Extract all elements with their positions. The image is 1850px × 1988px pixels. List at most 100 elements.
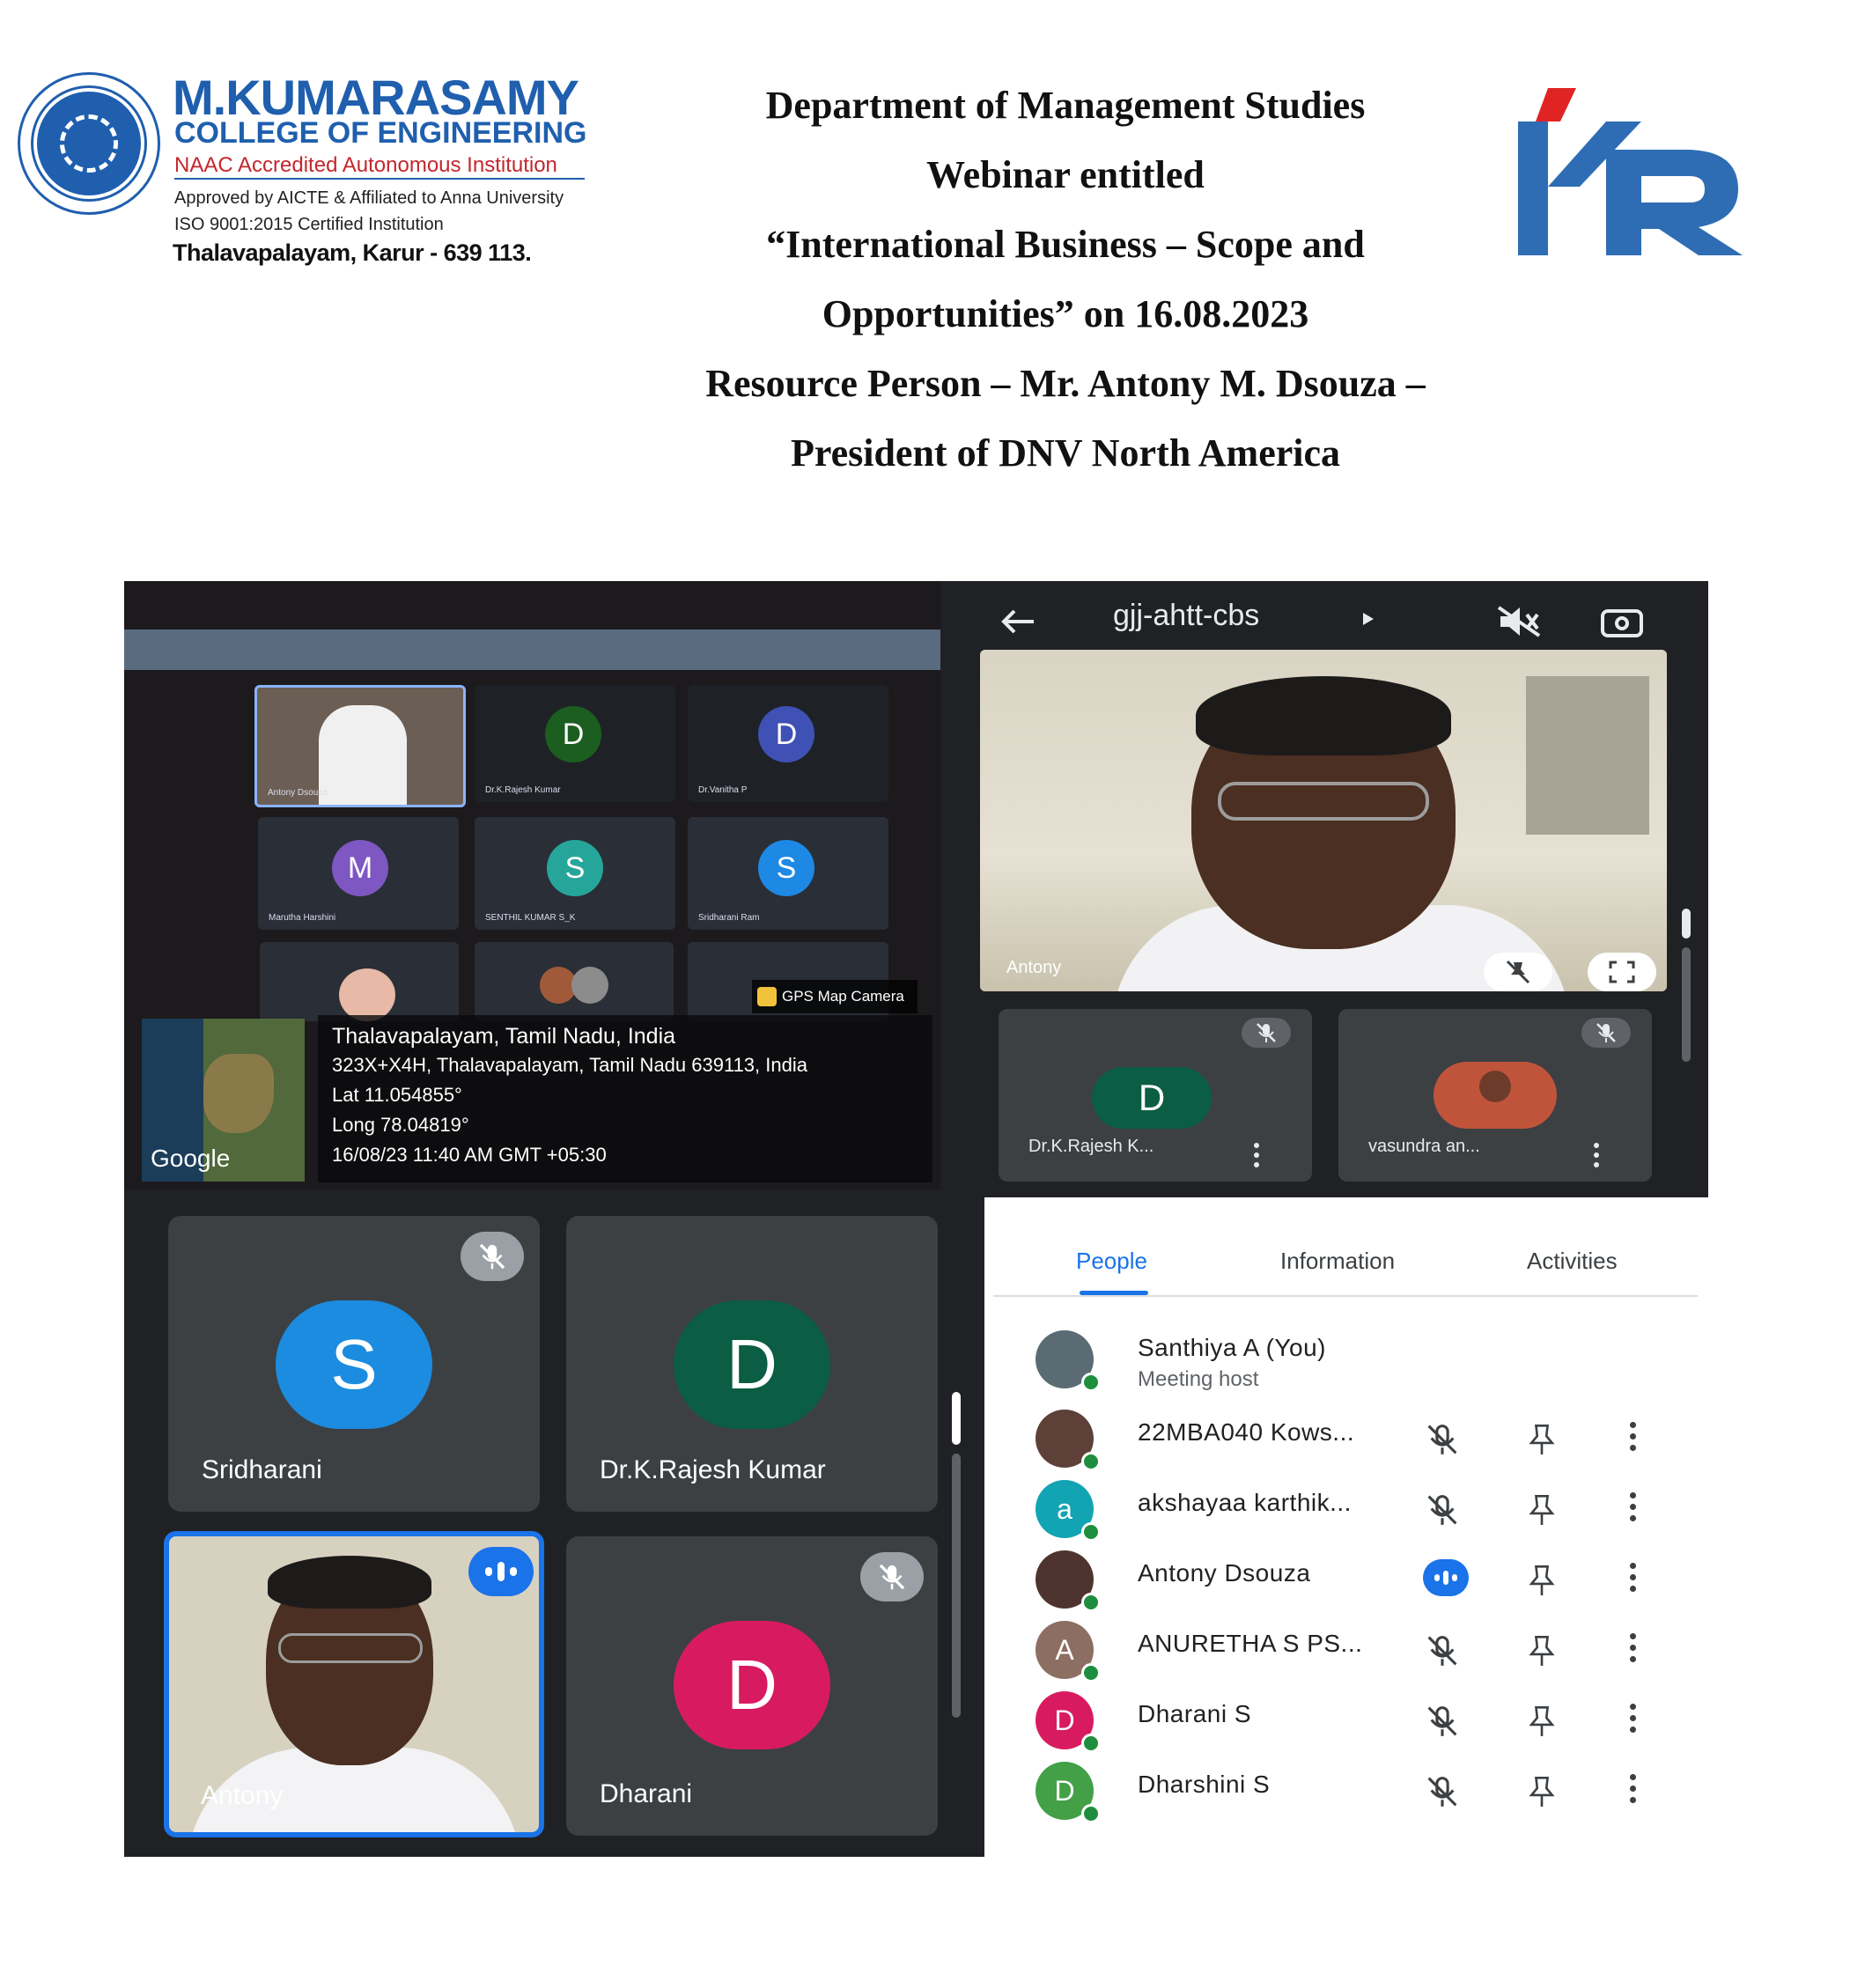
phone-tile-rajesh[interactable]: D Dr.K.Rajesh K...: [999, 1009, 1312, 1182]
mic-off-icon[interactable]: [1425, 1422, 1460, 1457]
pin-icon[interactable]: [1527, 1422, 1557, 1457]
participant-row[interactable]: D Dharshini S: [984, 1758, 1708, 1823]
participant-row-host[interactable]: Santhiya A (You) Meeting host: [984, 1327, 1708, 1401]
speaker-off-icon[interactable]: [1497, 604, 1543, 639]
online-indicator: [1081, 1593, 1101, 1612]
scrollbar-track: [1682, 947, 1691, 1062]
pin-icon[interactable]: [1527, 1563, 1557, 1598]
mic-off-badge: [1242, 1018, 1291, 1048]
grid-tile-name: Dharani: [600, 1779, 693, 1808]
more-options-icon[interactable]: [1594, 1143, 1599, 1172]
scrollbar-thumb[interactable]: [1682, 909, 1691, 939]
phone-tile-vasundra[interactable]: vasundra an...: [1338, 1009, 1652, 1182]
photo-tile-label: Marutha Harshini: [269, 913, 336, 923]
photo-tile-label: Dr.Vanitha P: [698, 785, 748, 795]
more-options-icon[interactable]: [1630, 1774, 1637, 1808]
mic-off-icon: [879, 1564, 905, 1590]
participant-row[interactable]: A ANURETHA S PS...: [984, 1617, 1708, 1682]
online-indicator: [1081, 1452, 1101, 1471]
college-divider: [174, 178, 585, 180]
more-options-icon[interactable]: [1630, 1633, 1637, 1668]
title-line-1: Department of Management Studies: [765, 84, 1366, 127]
tab-people[interactable]: People: [1076, 1248, 1147, 1275]
pin-icon[interactable]: [1527, 1704, 1557, 1739]
kr-logo: [1518, 88, 1743, 255]
gps-camera-badge: GPS Map Camera: [752, 980, 918, 1013]
mic-off-badge: [860, 1552, 924, 1601]
pin-off-button[interactable]: [1484, 953, 1552, 991]
map-land: [203, 1054, 274, 1133]
participant-row[interactable]: Antony Dsouza: [984, 1547, 1708, 1612]
grid-tile-dharani[interactable]: D Dharani: [566, 1536, 938, 1836]
mic-off-icon[interactable]: [1425, 1704, 1460, 1739]
college-approval: Approved by AICTE & Affiliated to Anna U…: [174, 188, 564, 208]
avatar-face: [1479, 1071, 1511, 1102]
phone-tile-name: Dr.K.Rajesh K...: [1028, 1137, 1154, 1156]
mic-off-icon[interactable]: [1425, 1492, 1460, 1528]
meeting-code[interactable]: gjj-ahtt-cbs: [1113, 599, 1259, 633]
photo-tile-0: Antony Dsouza: [254, 685, 466, 807]
online-indicator: [1081, 1373, 1101, 1392]
more-options-icon[interactable]: [1630, 1422, 1637, 1456]
tab-information[interactable]: Information: [1280, 1248, 1395, 1275]
mic-off-icon: [1257, 1023, 1276, 1042]
grid-tile-rajesh[interactable]: D Dr.K.Rajesh Kumar: [566, 1216, 938, 1512]
online-indicator: [1081, 1804, 1101, 1823]
gps-camera-icon: [757, 987, 777, 1006]
fullscreen-icon: [1609, 961, 1635, 983]
photo-avatar: D: [758, 706, 814, 762]
gps-location-title: Thalavapalayam, Tamil Nadu, India: [332, 1024, 676, 1049]
grid-tile-antony[interactable]: Antony: [164, 1531, 544, 1837]
photo-tile-label: Sridharani Ram: [698, 913, 760, 923]
photo-tile-5: S Sridharani Ram: [688, 817, 888, 930]
grid-avatar-sridharani: S: [276, 1300, 432, 1429]
speaker-hair: [1196, 676, 1451, 755]
photo-tile-2: D Dr.Vanitha P: [688, 685, 888, 802]
photo-tile-7: [475, 942, 674, 1021]
grid-tile-name: Sridharani: [202, 1455, 322, 1484]
more-options-icon[interactable]: [1630, 1492, 1637, 1527]
back-arrow-icon[interactable]: [1000, 607, 1036, 636]
more-options-icon[interactable]: [1630, 1563, 1637, 1597]
fullscreen-button[interactable]: [1588, 953, 1656, 991]
college-seal-logo: [18, 72, 160, 215]
mic-off-icon: [1596, 1023, 1616, 1042]
participant-name: Dharshini S: [1138, 1771, 1271, 1798]
photo-avatar-image: [571, 967, 608, 1004]
photo-tile-label: Dr.K.Rajesh Kumar: [485, 785, 561, 795]
gps-map-thumbnail: Google: [142, 1019, 305, 1182]
grid-tile-sridharani[interactable]: S Sridharani: [168, 1216, 540, 1512]
phone-meeting-view: gjj-ahtt-cbs Antony D Dr.K.Rajesh K... v…: [940, 581, 1708, 1197]
grid-tile-name: Antony: [201, 1781, 284, 1810]
photo-avatar: M: [332, 840, 388, 896]
switch-camera-icon[interactable]: [1599, 602, 1645, 639]
video-window: [1526, 676, 1649, 835]
scrollbar-track: [952, 1454, 961, 1718]
more-options-icon[interactable]: [1254, 1143, 1259, 1172]
main-video-feed[interactable]: Antony: [980, 650, 1667, 991]
participant-name: akshayaa karthik...: [1138, 1489, 1352, 1516]
online-indicator: [1081, 1522, 1101, 1542]
photo-tile-4: S SENTHIL KUMAR S_K: [475, 817, 675, 930]
scrollbar-thumb[interactable]: [952, 1392, 961, 1445]
chevron-right-icon[interactable]: [1361, 611, 1375, 627]
pin-icon[interactable]: [1527, 1774, 1557, 1809]
pin-off-icon: [1506, 960, 1530, 984]
participant-row[interactable]: D Dharani S: [984, 1688, 1708, 1753]
participant-row[interactable]: a akshayaa karthik...: [984, 1476, 1708, 1542]
participant-name: 22MBA040 Kows...: [1138, 1418, 1355, 1446]
photo-tile-label: Antony Dsouza: [268, 788, 328, 798]
pin-icon[interactable]: [1527, 1492, 1557, 1528]
tab-activities[interactable]: Activities: [1527, 1248, 1618, 1275]
pin-icon[interactable]: [1527, 1633, 1557, 1668]
title-line-3: “International Business – Scope and: [766, 223, 1365, 266]
online-indicator: [1081, 1734, 1101, 1753]
grid-avatar-rajesh: D: [674, 1300, 830, 1429]
mic-off-icon[interactable]: [1425, 1774, 1460, 1809]
more-options-icon[interactable]: [1630, 1704, 1637, 1738]
participant-row[interactable]: 22MBA040 Kows...: [984, 1406, 1708, 1471]
title-line-2: Webinar entitled: [926, 153, 1205, 196]
main-video-name: Antony: [1006, 958, 1062, 977]
mic-off-icon[interactable]: [1425, 1633, 1460, 1668]
phone-avatar-rajesh: D: [1092, 1067, 1212, 1129]
